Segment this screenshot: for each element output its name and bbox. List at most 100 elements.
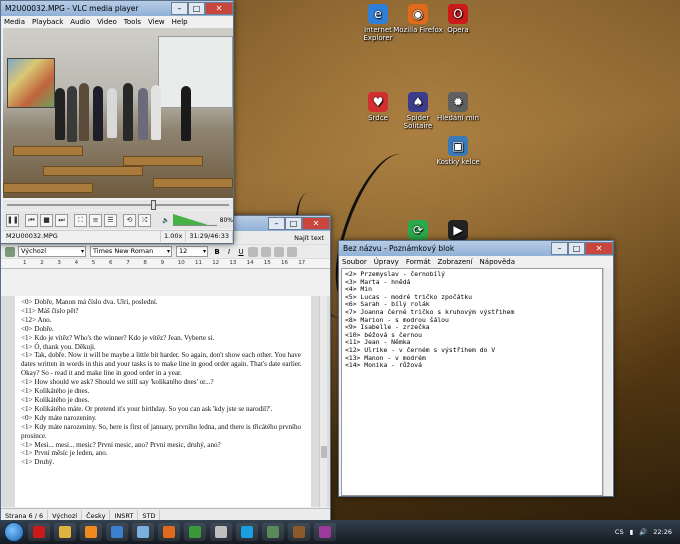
align-center-icon[interactable] [261,246,271,257]
skype-icon [241,526,253,538]
document-page[interactable]: <0> Dobře, Manon má číslo dva. Ulri, pos… [15,296,311,507]
notepad-text-area[interactable]: <2> Przemyslav - černobílý <3> Marta - hn… [341,268,603,496]
italic-button[interactable]: I [224,248,234,256]
taskbar-app-skype[interactable] [236,523,258,541]
seek-bar[interactable] [3,200,233,210]
taskbar-app-other[interactable] [314,523,336,541]
document-paragraph: <1> Kolikátého máte. Or pretend it's you… [21,404,273,413]
dice-icon: ▣ [448,136,468,156]
justify-icon[interactable] [287,246,297,257]
menu-view[interactable]: View [148,18,165,26]
notepad-titlebar[interactable]: Bez názvu - Poznámkový blok – □ ✕ [339,241,613,256]
seek-handle[interactable] [150,200,156,210]
document-paragraph: <1> Ó, thank you. Děkuji. [21,342,96,351]
document-paragraph: <1> Druhý. [21,458,55,467]
media-icon [189,526,201,538]
playlist-button[interactable]: ☰ [104,213,117,227]
align-right-icon[interactable] [274,246,284,257]
notepad-title: Bez názvu - Poznámkový blok [343,244,455,253]
find-text-button[interactable]: Najít text [294,234,324,242]
paragraph-style-select[interactable]: Výchozí [18,246,86,257]
styles-icon[interactable] [5,246,15,257]
minimize-button[interactable]: – [268,217,285,230]
desktop-icon-media[interactable]: ▶ [432,220,484,242]
start-button[interactable] [4,522,24,542]
taskbar-app-writer[interactable] [106,523,128,541]
shuffle-button[interactable]: ⤮ [138,213,151,227]
menu-view[interactable]: Zobrazení [437,258,472,266]
minimize-button[interactable]: – [171,2,188,15]
notepad-scrollbar[interactable] [603,268,612,496]
extended-settings-button[interactable]: ≡ [89,213,102,227]
ruler-mark: 10 [177,260,185,266]
notepad-line: <3> Marta - hnědá [345,277,411,286]
notepad-line: <14> Monika - růžová [345,361,422,370]
font-size-select[interactable]: 12 [176,246,208,257]
menu-file[interactable]: Soubor [342,258,367,266]
taskbar-app-opera[interactable] [28,523,50,541]
document-paragraph: <1> Tak, dobře. Now it will be maybe a l… [21,351,302,378]
explorer-icon [59,526,71,538]
language-indicator[interactable]: CS [615,528,624,536]
network-icon[interactable]: ▮ [630,528,634,536]
desktop-icon-opera[interactable]: O Opera [432,4,484,34]
clock[interactable]: 22:26 [653,528,672,536]
taskbar-app-vlc[interactable] [80,523,102,541]
menu-edit[interactable]: Úpravy [374,258,399,266]
taskbar-app-calc[interactable] [262,523,284,541]
ruler-mark: 8 [143,260,147,266]
fullscreen-button[interactable]: ⛶ [74,213,87,227]
horizontal-ruler[interactable]: 1 2 3 4 5 6 7 8 9 10 11 12 13 14 15 16 17 [1,259,330,269]
document-area: <0> Dobře, Manon má číslo dva. Ulri, pos… [1,296,330,507]
scrollbar-thumb[interactable] [321,446,327,458]
taskbar-app-game[interactable] [288,523,310,541]
vlc-window: M2U00032.MPG - VLC media player – □ ✕ Me… [0,0,234,244]
desktop-icon-label: Hledání min [436,114,480,122]
maximize-button[interactable]: □ [188,2,205,15]
taskbar-app-explorer[interactable] [54,523,76,541]
menu-playback[interactable]: Playback [32,18,63,26]
align-left-icon[interactable] [248,246,258,257]
volume-icon[interactable]: 🔊 [639,528,647,536]
desktop-icon-dice[interactable]: ▣ Kostky kelce [432,136,484,166]
menu-tools[interactable]: Tools [124,18,141,26]
minimize-button[interactable]: – [551,242,568,255]
pause-button[interactable]: ❚❚ [6,213,19,227]
menu-format[interactable]: Formát [406,258,431,266]
taskbar-app-mail[interactable] [210,523,232,541]
font-name-select[interactable]: Times New Roman [90,246,172,257]
menu-video[interactable]: Video [97,18,117,26]
vlc-titlebar[interactable]: M2U00032.MPG - VLC media player – □ ✕ [1,1,233,16]
document-paragraph: <1> První měsíc je leden, ano. [21,449,108,458]
menu-help[interactable]: Help [172,18,188,26]
volume-slider[interactable] [172,213,217,226]
stop-button[interactable]: ■ [40,213,53,227]
status-time[interactable]: 31:29/46:33 [186,231,233,242]
vertical-scrollbar[interactable] [319,296,327,507]
loop-button[interactable]: ⟲ [123,213,136,227]
status-speed[interactable]: 1.00x [161,231,187,242]
previous-button[interactable]: ⏮ [25,213,38,227]
internet-explorer-icon: e [368,4,388,24]
next-button[interactable]: ⏭ [55,213,68,227]
menu-audio[interactable]: Audio [70,18,90,26]
firefox-icon: ◉ [408,4,428,24]
close-button[interactable]: ✕ [302,217,330,230]
bold-button[interactable]: B [212,248,222,256]
video-frame-classroom[interactable] [3,28,233,198]
speaker-icon[interactable]: 🔈 [162,217,169,224]
firefox-icon [163,526,175,538]
taskbar-app-media[interactable] [184,523,206,541]
underline-button[interactable]: U [236,248,246,256]
taskbar-app-notepad[interactable] [132,523,154,541]
close-button[interactable]: ✕ [205,2,233,15]
menu-help[interactable]: Nápověda [480,258,515,266]
document-paragraph: <1> Kdy máte narozeniny. So, here is fir… [21,422,302,440]
close-button[interactable]: ✕ [585,242,613,255]
desktop-icon-minesweeper[interactable]: ✹ Hledání min [432,92,484,122]
maximize-button[interactable]: □ [285,217,302,230]
taskbar-app-firefox[interactable] [158,523,180,541]
refresh-icon: ⟳ [408,220,428,240]
menu-media[interactable]: Media [4,18,25,26]
maximize-button[interactable]: □ [568,242,585,255]
